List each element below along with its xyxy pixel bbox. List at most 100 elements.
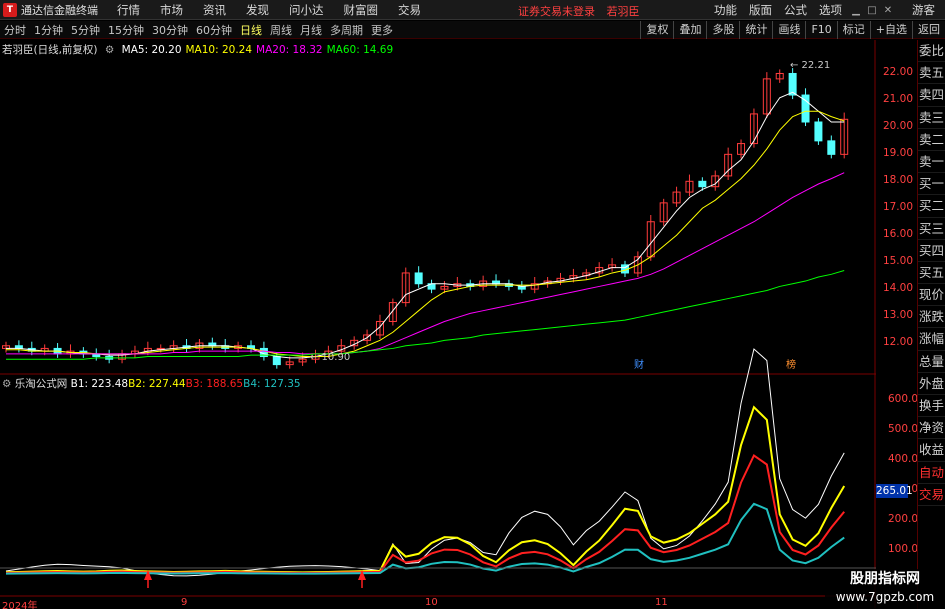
quote-field-18[interactable]: 收益: [918, 439, 945, 462]
period-tab-2[interactable]: 5分钟: [67, 22, 104, 38]
quote-field-11[interactable]: 现价: [918, 284, 945, 307]
period-tab-4[interactable]: 30分钟: [148, 22, 192, 38]
quote-field-15[interactable]: 外盘: [918, 373, 945, 395]
quote-field-0[interactable]: 委比: [918, 40, 945, 63]
period-tab-0[interactable]: 分时: [0, 22, 30, 38]
tool-button-8[interactable]: 返回: [912, 21, 945, 39]
tool-button-6[interactable]: 标记: [836, 21, 870, 39]
price-axis: 22.00 21.00 20.00 19.00 18.00 17.00 16.00 15.00…: [876, 40, 945, 609]
quote-field-8[interactable]: 买三: [918, 218, 945, 240]
trade-user: 若羽臣: [606, 5, 640, 18]
price-tick-3: 19.00: [882, 147, 913, 160]
ma-line-ma20: [6, 172, 845, 355]
stock-name: 若羽臣(日线,前复权): [2, 44, 98, 56]
tool-button-3[interactable]: 统计: [739, 21, 772, 39]
tool-button-1[interactable]: 叠加: [673, 21, 706, 39]
price-tick-1: 21.00: [882, 93, 913, 106]
quote-field-13[interactable]: 涨幅: [918, 328, 945, 351]
period-tab-5[interactable]: 60分钟: [192, 22, 236, 38]
menu-item-2[interactable]: 资讯: [193, 2, 236, 18]
tool-button-0[interactable]: 复权: [640, 21, 673, 39]
date-label-1: 9: [181, 597, 188, 608]
trade-warning-text: 证券交易未登录: [518, 5, 595, 18]
menu-item-3[interactable]: 发现: [236, 2, 279, 18]
quote-field-14[interactable]: 总量: [918, 351, 945, 373]
date-label-2: 10: [425, 597, 438, 608]
ma-line-ma60: [6, 270, 845, 360]
chart-tools: 复权 叠加 多股 统计 画线 F10 标记 +自选 返回: [640, 21, 945, 39]
tool-button-5[interactable]: F10: [805, 21, 836, 39]
price-tick-0: 22.00: [882, 66, 913, 79]
ma-label-2: MA20: 18.32: [256, 44, 323, 56]
indicator-tick-0: 600.0: [888, 393, 919, 405]
quote-field-5[interactable]: 卖一: [918, 151, 945, 174]
low-price-label: ← 10.90: [310, 352, 350, 363]
chart-area[interactable]: ← 22.21 ← 10.90 财 榜: [0, 40, 876, 608]
ma-label-0: MA5: 20.20: [121, 44, 182, 56]
tool-button-2[interactable]: 多股: [706, 21, 739, 39]
quote-field-12[interactable]: 涨跌: [918, 306, 945, 329]
menu-item-6[interactable]: 交易: [388, 2, 431, 18]
ma-legend: MA5: 20.20 MA10: 20.24 MA20: 18.32 MA60: 14…: [122, 44, 398, 56]
price-tick-2: 20.00: [882, 120, 913, 133]
quote-field-6[interactable]: 买一: [918, 173, 945, 196]
right-menu-item-3[interactable]: 选项: [813, 2, 848, 18]
menu-item-5[interactable]: 财富圈: [334, 2, 389, 18]
period-tab-6[interactable]: 日线: [236, 22, 266, 38]
indicator-settings-icon[interactable]: ⚙: [2, 378, 11, 390]
quote-field-4[interactable]: 卖二: [918, 129, 945, 151]
high-price-label: ← 22.21: [790, 60, 830, 71]
indicator-values: B1: 223.48B2: 227.44B3: 188.65B4: 127.35: [71, 378, 301, 390]
guest-label[interactable]: 游客: [896, 2, 945, 18]
quote-field-16[interactable]: 换手: [918, 395, 945, 418]
app-logo-icon: T: [3, 2, 17, 17]
quote-field-19[interactable]: 自动: [918, 462, 945, 484]
price-tick-5: 17.00: [882, 201, 913, 214]
settings-icon[interactable]: ⚙: [105, 44, 114, 56]
quote-field-20[interactable]: 交易: [918, 484, 945, 506]
trade-warning[interactable]: 证券交易未登录 若羽臣: [518, 3, 640, 19]
indicator-label-3: B4: 127.35: [243, 378, 301, 390]
period-tab-1[interactable]: 1分钟: [30, 22, 67, 38]
period-tab-9[interactable]: 多周期: [326, 22, 367, 38]
candle-body-63: [814, 121, 823, 142]
close-icon[interactable]: ✕: [880, 5, 896, 16]
quote-field-1[interactable]: 卖五: [918, 62, 945, 85]
indicator-label-2: B3: 188.65: [185, 378, 244, 390]
kline-chart[interactable]: ← 22.21 ← 10.90 财 榜: [0, 40, 876, 608]
ma-label-3: MA60: 14.69: [326, 44, 394, 56]
main-menu: 行情 市场 资讯 发现 问小达 财富圈 交易: [107, 2, 431, 18]
candle-body-64: [827, 140, 836, 155]
quote-field-2[interactable]: 卖四: [918, 84, 945, 107]
period-tab-7[interactable]: 周线: [266, 22, 296, 38]
menu-item-1[interactable]: 市场: [150, 2, 193, 18]
quote-field-9[interactable]: 买四: [918, 240, 945, 262]
indicator-tick-1: 500.0: [888, 423, 919, 435]
event-marker-0: 财: [634, 358, 644, 371]
event-marker-1: 榜: [786, 358, 796, 371]
right-menu-item-0[interactable]: 功能: [708, 2, 743, 18]
right-menu: 功能 版面 公式 选项 ▁ □ ✕ 游客: [708, 0, 945, 20]
period-tab-8[interactable]: 月线: [296, 22, 326, 38]
quote-field-3[interactable]: 卖三: [918, 107, 945, 129]
maximize-icon[interactable]: □: [864, 5, 880, 16]
indicator-label-1: B2: 227.44: [128, 378, 186, 390]
watermark-line2: www.7gpzb.com: [835, 590, 935, 604]
menu-item-4[interactable]: 问小达: [279, 2, 334, 18]
title-bar: T 通达信金融终端 行情 市场 资讯 发现 问小达 财富圈 交易 证券交易未登录 若羽臣 功…: [0, 0, 945, 20]
price-tick-9: 13.00: [882, 309, 913, 322]
quote-field-7[interactable]: 买二: [918, 195, 945, 218]
minimize-icon[interactable]: ▁: [848, 5, 864, 16]
watermark-line1: 股朋指标网: [850, 571, 920, 587]
tool-button-7[interactable]: +自选: [869, 21, 912, 39]
indicator-tick-4: 200.0: [888, 513, 919, 525]
quote-field-10[interactable]: 买五: [918, 262, 945, 285]
menu-item-0[interactable]: 行情: [107, 2, 150, 18]
quote-field-17[interactable]: 净资: [918, 417, 945, 440]
main-legend: 若羽臣(日线,前复权) ⚙ MA5: 20.20 MA10: 20.24 MA20:…: [2, 42, 401, 57]
right-menu-item-2[interactable]: 公式: [778, 2, 813, 18]
right-menu-item-1[interactable]: 版面: [743, 2, 778, 18]
period-tab-3[interactable]: 15分钟: [104, 22, 148, 38]
period-tab-10[interactable]: 更多: [367, 22, 397, 38]
tool-button-4[interactable]: 画线: [772, 21, 805, 39]
